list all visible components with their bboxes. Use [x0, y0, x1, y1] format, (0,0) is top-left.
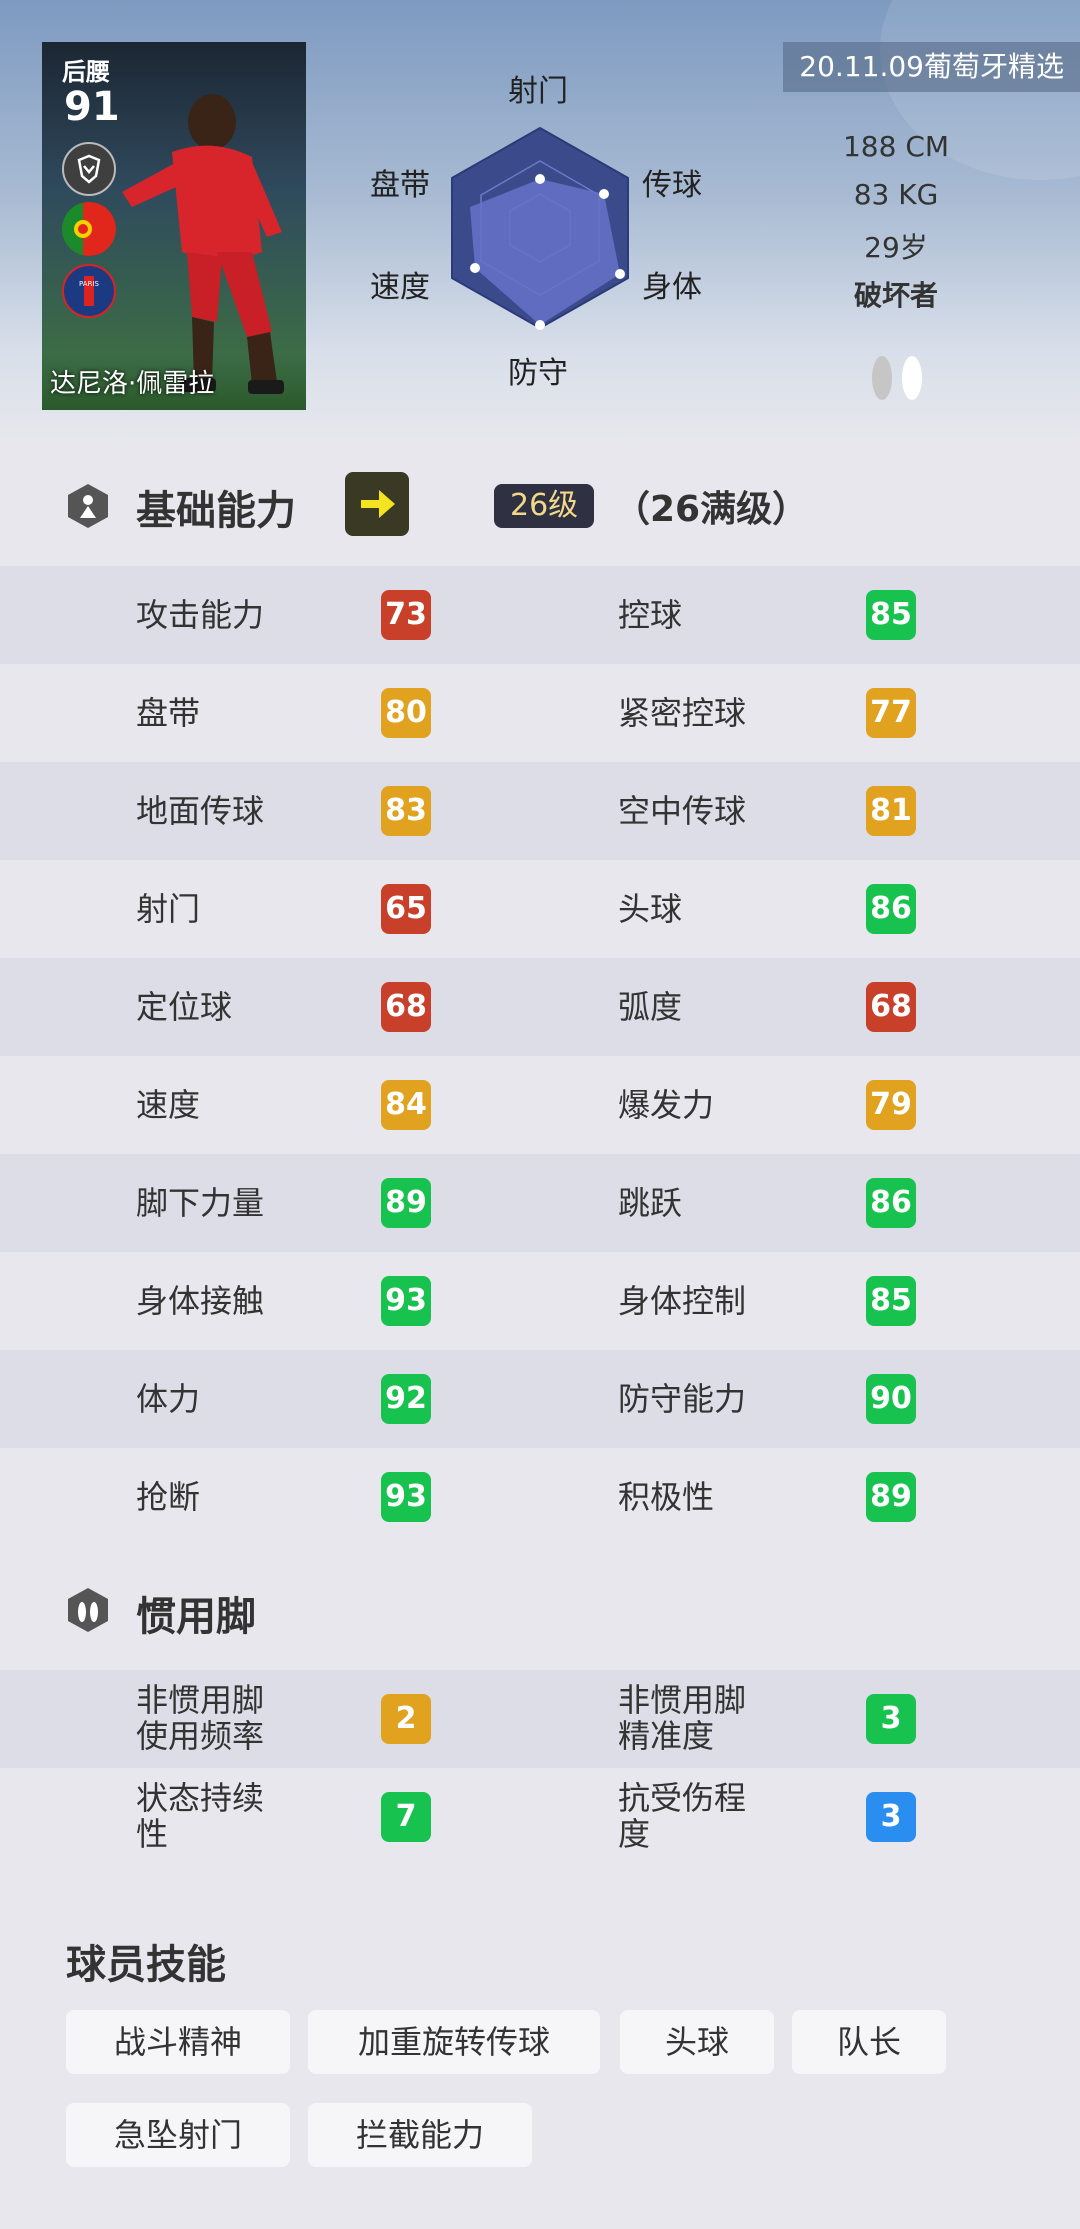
- radar-label-dribbling: 盘带: [370, 168, 430, 203]
- skill-chip[interactable]: 队长: [792, 2010, 946, 2074]
- basic-ability-icon: [68, 484, 108, 528]
- skill-chip[interactable]: 加重旋转传球: [308, 2010, 600, 2074]
- stat-value-badge: 77: [866, 688, 916, 738]
- skill-chip[interactable]: 急坠射门: [66, 2103, 290, 2167]
- stat-row: 脚下力量 89 跳跃 86: [0, 1154, 1080, 1252]
- radar-label-defending: 防守: [508, 356, 568, 391]
- player-playstyle: 破坏者: [853, 279, 938, 312]
- foot-row: 状态持续性 7 抗受伤程度 3: [0, 1768, 1080, 1866]
- stat-name: 空中传球: [618, 792, 747, 830]
- player-image: [122, 94, 284, 394]
- stat-value-badge: 85: [866, 590, 916, 640]
- stat-value-badge: 68: [381, 982, 431, 1032]
- stat-value-badge: 79: [866, 1080, 916, 1130]
- stat-value-badge: 93: [381, 1472, 431, 1522]
- stat-row: 定位球 68 弧度 68: [0, 958, 1080, 1056]
- radar-label-passing: 传球: [642, 168, 702, 203]
- stat-value-badge: 89: [866, 1472, 916, 1522]
- foot-stat-name: 状态持续性: [136, 1779, 265, 1853]
- level-up-button[interactable]: [345, 472, 409, 536]
- radar-label-physical: 身体: [642, 270, 702, 305]
- card-rating: 91: [64, 84, 120, 130]
- stat-name: 地面传球: [136, 792, 265, 830]
- stat-row: 身体接触 93 身体控制 85: [0, 1252, 1080, 1350]
- stat-name: 头球: [618, 890, 683, 928]
- stat-name: 弧度: [618, 988, 683, 1026]
- foot-section-title: 惯用脚: [136, 1594, 256, 1640]
- stat-row: 攻击能力 73 控球 85: [0, 566, 1080, 664]
- stat-name: 速度: [136, 1086, 201, 1124]
- radar-label-speed: 速度: [370, 270, 430, 305]
- svg-text:PARIS: PARIS: [79, 280, 99, 288]
- ability-radar-chart: [451, 126, 629, 330]
- stat-value-badge: 90: [866, 1374, 916, 1424]
- stat-value-badge: 83: [381, 786, 431, 836]
- stat-value-badge: 80: [381, 688, 431, 738]
- foot-value-badge: 2: [381, 1694, 431, 1744]
- skill-chip[interactable]: 拦截能力: [308, 2103, 532, 2167]
- stat-name: 盘带: [136, 694, 201, 732]
- player-header: 后腰 91 PARIS 达尼洛·佩雷拉 射门 传球 身体 防守 速度 盘带 20…: [0, 0, 1080, 440]
- stat-value-badge: 89: [381, 1178, 431, 1228]
- stat-row: 射门 65 头球 86: [0, 860, 1080, 958]
- stat-name: 跳跃: [618, 1184, 683, 1222]
- foot-value-badge: 3: [866, 1792, 916, 1842]
- stat-name: 射门: [136, 890, 201, 928]
- portugal-flag-icon: [62, 202, 116, 256]
- foot-stat-name: 抗受伤程度: [618, 1779, 747, 1853]
- preferred-foot-icon: [872, 356, 922, 400]
- stat-value-badge: 92: [381, 1374, 431, 1424]
- stat-name: 攻击能力: [136, 596, 265, 634]
- stat-name: 积极性: [618, 1478, 715, 1516]
- level-max-text: （26满级）: [614, 489, 809, 530]
- edition-badge: 20.11.09葡萄牙精选: [783, 42, 1080, 92]
- stat-value-badge: 65: [381, 884, 431, 934]
- stat-value-badge: 93: [381, 1276, 431, 1326]
- skills-title: 球员技能: [66, 1942, 226, 1988]
- stat-row: 体力 92 防守能力 90: [0, 1350, 1080, 1448]
- foot-value-badge: 3: [866, 1694, 916, 1744]
- stat-name: 爆发力: [618, 1086, 715, 1124]
- stat-value-badge: 86: [866, 884, 916, 934]
- stat-value-badge: 86: [866, 1178, 916, 1228]
- stat-row: 地面传球 83 空中传球 81: [0, 762, 1080, 860]
- stat-name: 体力: [136, 1380, 201, 1418]
- foot-section-icon: [68, 1588, 108, 1632]
- foot-stat-name: 非惯用脚 使用频率: [136, 1681, 265, 1755]
- stat-name: 抢断: [136, 1478, 201, 1516]
- foot-stat-name: 非惯用脚 精准度: [618, 1681, 747, 1755]
- stat-name: 脚下力量: [136, 1184, 265, 1222]
- stat-name: 身体控制: [618, 1282, 747, 1320]
- card-position: 后腰: [62, 58, 110, 86]
- stat-name: 身体接触: [136, 1282, 265, 1320]
- stat-value-badge: 84: [381, 1080, 431, 1130]
- stat-row: 抢断 93 积极性 89: [0, 1448, 1080, 1546]
- stat-name: 紧密控球: [618, 694, 747, 732]
- stat-value-badge: 68: [866, 982, 916, 1032]
- player-weight: 83 KG: [853, 178, 939, 211]
- skill-chip[interactable]: 战斗精神: [66, 2010, 290, 2074]
- arrow-right-icon: [361, 490, 395, 518]
- psg-club-icon: PARIS: [62, 264, 116, 318]
- stat-name: 定位球: [136, 988, 233, 1026]
- player-height: 188 CM: [842, 130, 950, 163]
- stat-row: 盘带 80 紧密控球 77: [0, 664, 1080, 762]
- basic-ability-title: 基础能力: [136, 488, 296, 534]
- radar-label-shooting: 射门: [508, 74, 568, 109]
- player-card[interactable]: 后腰 91 PARIS 达尼洛·佩雷拉: [42, 42, 306, 410]
- stat-value-badge: 81: [866, 786, 916, 836]
- stat-value-badge: 85: [866, 1276, 916, 1326]
- foot-row: 非惯用脚 使用频率 2 非惯用脚 精准度 3: [0, 1670, 1080, 1768]
- stat-name: 防守能力: [618, 1380, 747, 1418]
- foot-value-badge: 7: [381, 1792, 431, 1842]
- stat-row: 速度 84 爆发力 79: [0, 1056, 1080, 1154]
- player-name: 达尼洛·佩雷拉: [50, 369, 215, 399]
- player-age: 29岁: [864, 231, 928, 264]
- playstyle-badge-icon: [62, 142, 116, 196]
- level-badge: 26级: [494, 484, 595, 528]
- stat-value-badge: 73: [381, 590, 431, 640]
- stat-name: 控球: [618, 596, 683, 634]
- skill-chip[interactable]: 头球: [620, 2010, 774, 2074]
